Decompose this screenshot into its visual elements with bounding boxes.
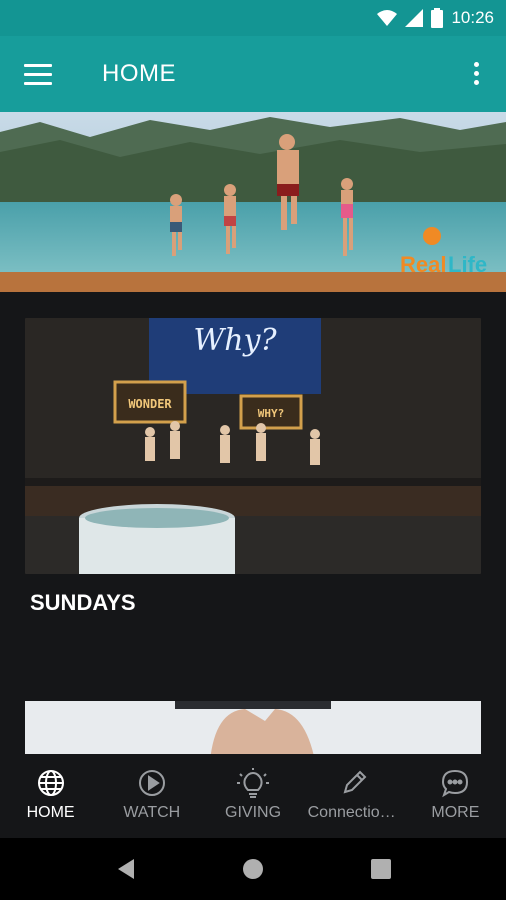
system-navigation-bar: [0, 838, 506, 900]
nav-home-label: HOME: [26, 804, 75, 821]
more-vert-icon[interactable]: [472, 62, 480, 88]
nav-connection[interactable]: Connection...: [304, 754, 405, 838]
svg-text:WHY?: WHY?: [258, 407, 285, 420]
bottom-navigation: HOME WATCH GIVING Connection... MORE: [0, 754, 506, 838]
play-circle-icon: [138, 770, 165, 796]
stage-photo: Why? WONDER WHY?: [25, 318, 481, 574]
hero-banner[interactable]: Real Life: [0, 112, 506, 292]
lightbulb-icon: [237, 768, 269, 798]
recents-square-icon[interactable]: [366, 854, 396, 884]
clock: 10:26: [451, 8, 494, 27]
nav-giving-label: GIVING: [225, 804, 282, 821]
app-bar: HOME: [0, 36, 506, 112]
pencil-icon: [343, 770, 367, 794]
nav-watch-label: WATCH: [123, 804, 181, 821]
battery-icon: [431, 8, 444, 28]
nav-connection-label: Connection...: [307, 804, 402, 821]
card-title[interactable]: SUNDAYS: [30, 590, 136, 616]
sundays-card-image[interactable]: Why? WONDER WHY?: [25, 318, 481, 574]
next-card-image[interactable]: [25, 701, 481, 761]
content-feed: Why? WONDER WHY? SUNDAYS: [0, 292, 506, 761]
wifi-icon: [377, 10, 398, 26]
chat-bubble-dots-icon: [442, 769, 469, 798]
page-title: HOME: [102, 60, 176, 87]
nav-more-label: MORE: [431, 804, 480, 821]
globe-icon: [37, 770, 64, 796]
hamburger-menu-icon[interactable]: [24, 64, 52, 85]
back-icon[interactable]: [112, 854, 142, 884]
nav-watch[interactable]: WATCH: [101, 754, 202, 838]
svg-text:Why?: Why?: [193, 323, 277, 358]
nav-more[interactable]: MORE: [405, 754, 506, 838]
nav-giving[interactable]: GIVING: [202, 754, 303, 838]
nav-home[interactable]: HOME: [0, 754, 101, 838]
home-circle-icon[interactable]: [238, 854, 268, 884]
svg-text:Real: Real: [400, 252, 446, 277]
status-bar: 10:26: [0, 0, 506, 36]
hero-image: Real Life: [0, 112, 506, 292]
cellular-signal-icon: [405, 9, 424, 27]
svg-text:Life: Life: [448, 252, 487, 277]
next-card-photo: [25, 701, 481, 761]
svg-text:WONDER: WONDER: [128, 397, 172, 411]
